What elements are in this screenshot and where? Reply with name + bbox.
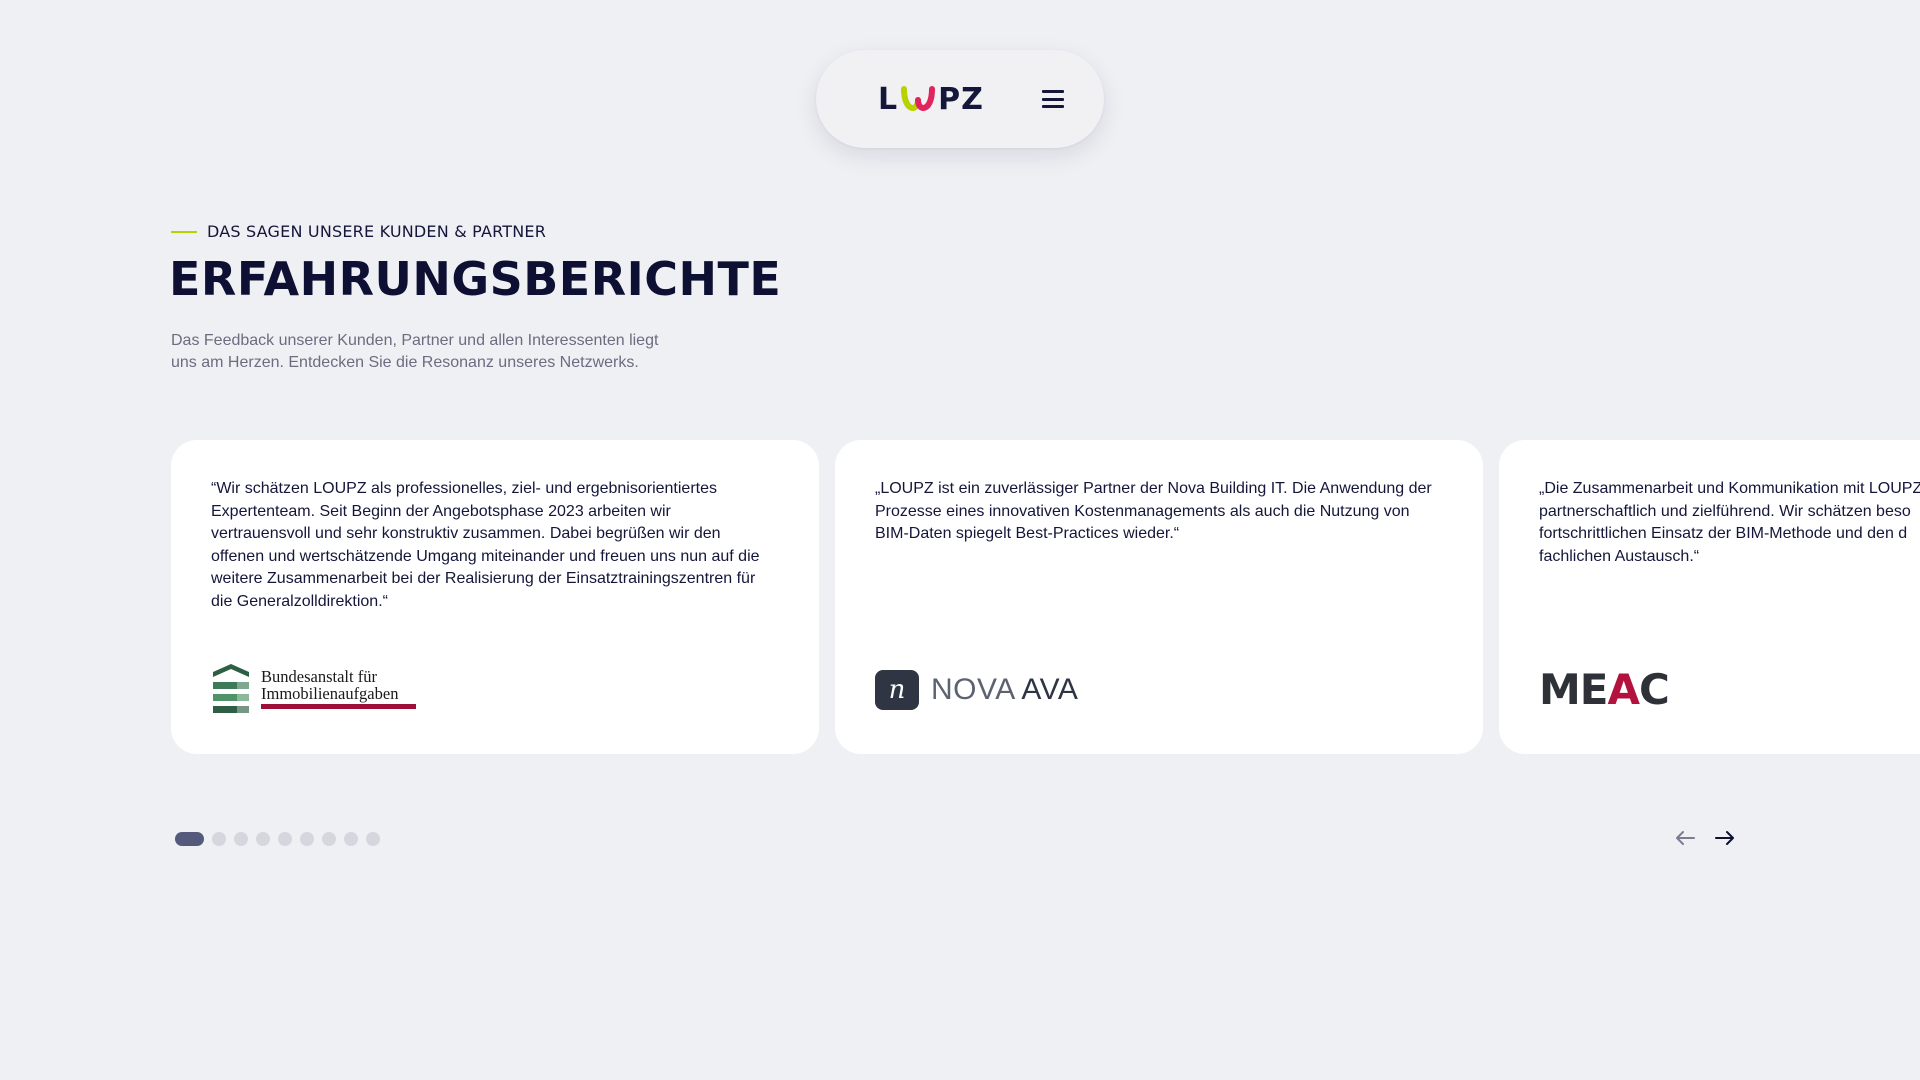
ava-word: AVA (1021, 673, 1079, 706)
testimonial-card: „Die Zusammenarbeit und Kommunikation mi… (1499, 440, 1920, 754)
arrow-left-icon (1676, 831, 1695, 845)
hamburger-menu-icon[interactable] (1042, 90, 1064, 108)
next-slide-button[interactable] (1714, 824, 1736, 852)
bima-line1: Bundesanstalt für (261, 666, 377, 686)
nova-word: NOVA (931, 673, 1015, 706)
meac-part-me: ME (1539, 665, 1608, 714)
pagination-dot[interactable] (212, 832, 226, 846)
section-intro: Das Feedback unserer Kunden, Partner und… (171, 332, 659, 371)
pagination-dot-active[interactable] (175, 832, 204, 846)
eyebrow-accent-line (171, 230, 197, 233)
bima-line2: Immobilienaufgaben (261, 683, 399, 703)
pagination-dot[interactable] (234, 832, 248, 846)
testimonial-quote: “Wir schätzen LOUPZ als professionelles,… (211, 480, 760, 610)
bima-underline (261, 703, 416, 709)
nova-ava-logo-text: NOVA AVA (931, 673, 1078, 707)
meac-part-a: A (1607, 665, 1641, 714)
page-title: ERFAHRUNGSBERICHTE (169, 252, 782, 306)
testimonial-quote: „LOUPZ ist ein zuverlässiger Partner der… (875, 480, 1432, 542)
logo-letter-l: L (878, 81, 899, 117)
partner-logo-meac: MEAC (1539, 665, 1670, 714)
pagination-dot[interactable] (322, 832, 336, 846)
prev-slide-button[interactable] (1674, 824, 1696, 852)
eyebrow-text: DAS SAGEN UNSERE KUNDEN & PARTNER (207, 222, 547, 241)
testimonial-card: “Wir schätzen LOUPZ als professionelles,… (171, 440, 819, 754)
partner-logo-nova-ava: n NOVA AVA (875, 670, 1078, 710)
pagination-dot[interactable] (366, 832, 380, 846)
arrow-right-icon (1715, 831, 1734, 845)
header-nav-pill: L PZ (816, 50, 1104, 148)
bima-logo-icon (213, 664, 249, 713)
pagination-dot[interactable] (344, 832, 358, 846)
carousel-arrows (1674, 824, 1736, 852)
carousel-pagination (175, 832, 380, 846)
testimonial-card: „LOUPZ ist ein zuverlässiger Partner der… (835, 440, 1483, 754)
section-eyebrow: DAS SAGEN UNSERE KUNDEN & PARTNER (171, 222, 546, 241)
page: L PZ DAS SAGEN UNSERE KUNDEN & PARTNER E… (0, 0, 1920, 1080)
partner-logo-bima: Bundesanstalt für Immobilienaufgaben (211, 662, 416, 714)
testimonial-quote: „Die Zusammenarbeit und Kommunikation mi… (1539, 480, 1920, 565)
logo-o-mark-icon (901, 86, 936, 111)
meac-part-c: C (1639, 665, 1670, 714)
meac-logo-text: MEAC (1539, 665, 1670, 714)
bima-logo-text: Bundesanstalt für Immobilienaufgaben (261, 668, 416, 709)
nova-ava-logo-icon: n (875, 670, 919, 710)
pagination-dot[interactable] (278, 832, 292, 846)
pagination-dot[interactable] (300, 832, 314, 846)
logo-letters-pz: PZ (938, 81, 984, 117)
pagination-dot[interactable] (256, 832, 270, 846)
loupz-logo[interactable]: L PZ (878, 82, 984, 117)
